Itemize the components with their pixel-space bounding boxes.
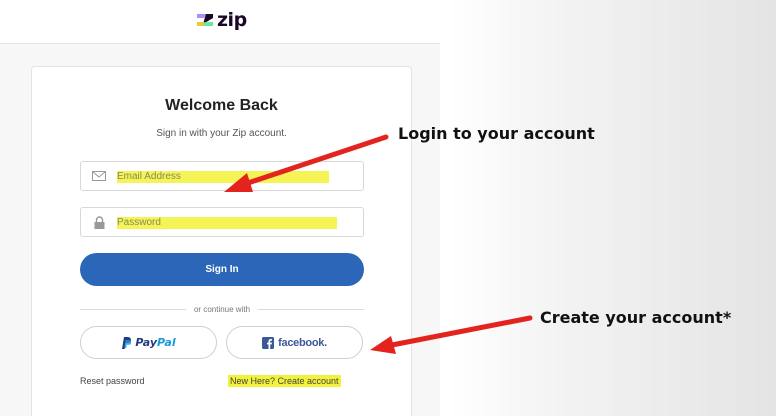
zip-logo-icon xyxy=(197,14,213,26)
paypal-icon xyxy=(122,336,132,349)
page-subtitle: Sign in with your Zip account. xyxy=(156,128,287,139)
divider-text: or continue with xyxy=(193,304,251,314)
password-input[interactable] xyxy=(117,216,347,228)
paypal-label: PayPal xyxy=(135,336,176,349)
login-card: Welcome Back Sign in with your Zip accou… xyxy=(31,66,412,416)
email-field[interactable] xyxy=(80,161,364,191)
lock-icon xyxy=(81,215,117,229)
divider-line-left xyxy=(80,308,186,310)
paypal-button[interactable]: PayPal xyxy=(80,326,217,359)
zip-logo[interactable]: zip xyxy=(197,9,247,31)
email-input[interactable] xyxy=(117,170,347,182)
create-annotation: Create your account* xyxy=(540,308,732,327)
login-annotation: Login to your account xyxy=(398,124,595,143)
divider-line-right xyxy=(258,308,364,310)
page-title: Welcome Back xyxy=(165,97,278,114)
top-bar: zip xyxy=(0,0,440,44)
envelope-icon xyxy=(81,171,117,181)
create-account-link[interactable]: New Here? Create account xyxy=(228,375,341,387)
facebook-icon xyxy=(262,336,275,349)
logo-text: zip xyxy=(217,9,247,31)
facebook-label: facebook. xyxy=(278,336,327,349)
password-field[interactable] xyxy=(80,207,364,237)
reset-password-link[interactable]: Reset password xyxy=(80,376,145,386)
sign-in-button[interactable]: Sign In xyxy=(80,253,364,286)
facebook-button[interactable]: facebook. xyxy=(226,326,363,359)
continue-divider: or continue with xyxy=(80,303,364,315)
